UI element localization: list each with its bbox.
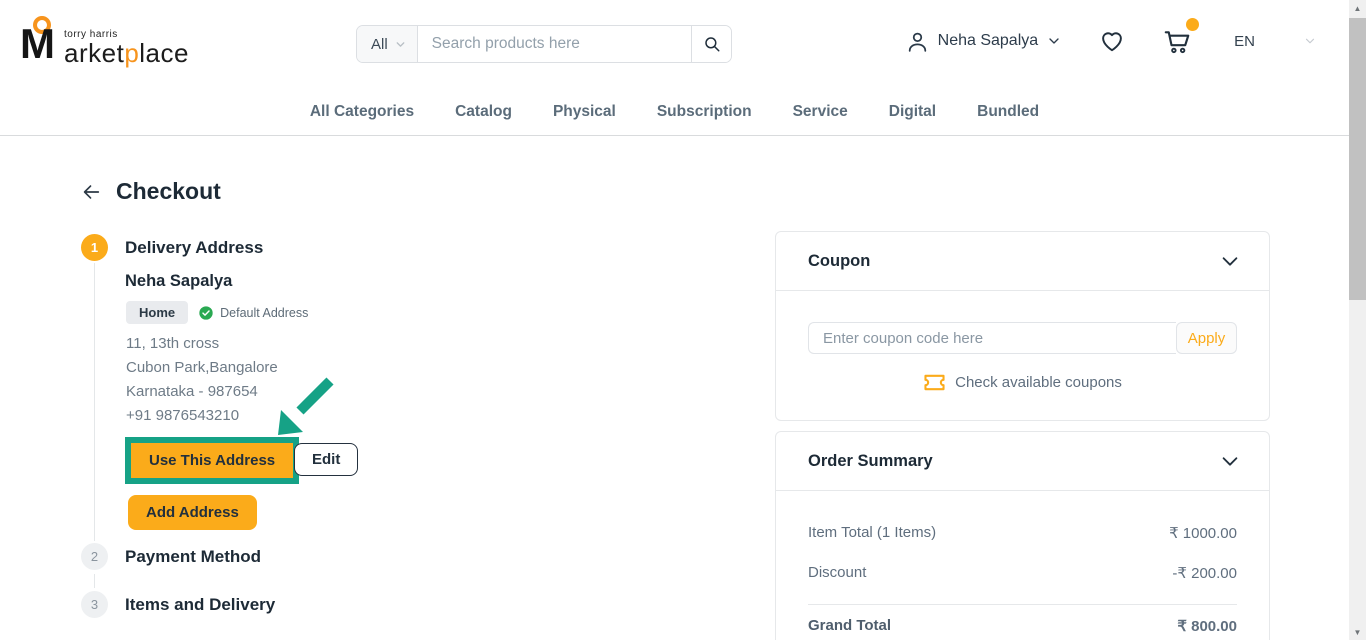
address-line: +91 9876543210	[126, 407, 240, 424]
category-nav: All Categories Catalog Physical Subscrip…	[0, 88, 1349, 136]
address-name: Neha Sapalya	[125, 272, 233, 290]
cart-count-badge	[1186, 18, 1200, 31]
step-3-indicator: 3	[81, 591, 108, 618]
back-arrow-icon	[83, 184, 100, 199]
address-block: 11, 13th cross Cubon Park,Bangalore Karn…	[126, 332, 278, 428]
scrollbar-down-arrow[interactable]: ▼	[1349, 624, 1366, 640]
check-available-coupons-label: Check available coupons	[955, 374, 1122, 391]
chevron-down-icon	[1305, 38, 1315, 44]
cart-button[interactable]	[1162, 18, 1200, 56]
page-title: Checkout	[116, 178, 221, 204]
order-summary-accordion-header[interactable]: Order Summary	[776, 432, 1269, 491]
chevron-down-icon	[1222, 257, 1238, 266]
step-1-indicator: 1	[81, 234, 108, 261]
cart-icon	[1164, 31, 1190, 54]
item-total-value: ₹ 1000.00	[1169, 525, 1237, 542]
check-circle-icon	[199, 305, 213, 320]
address-line: Cubon Park,Bangalore	[126, 359, 278, 376]
checkout-page: M torry harris arketplace All Neha Sapal…	[0, 0, 1366, 640]
top-header: M torry harris arketplace All Neha Sapal…	[0, 0, 1349, 88]
grand-total-label: Grand Total	[808, 617, 892, 634]
edit-address-button[interactable]: Edit	[294, 443, 359, 476]
step-3-label: Items and Delivery	[125, 595, 276, 614]
chevron-down-icon	[1222, 457, 1238, 466]
apply-coupon-button[interactable]: Apply	[1176, 322, 1237, 354]
summary-row-discount: Discount -₹ 200.00	[808, 564, 1237, 582]
summary-divider	[808, 604, 1237, 605]
user-icon	[908, 32, 926, 52]
user-name: Neha Sapalya	[937, 32, 1039, 49]
marketplace-logo[interactable]: M torry harris arketplace	[20, 16, 189, 68]
step-connector	[94, 263, 95, 541]
summary-row-item-total: Item Total (1 Items) ₹ 1000.00	[808, 524, 1237, 542]
scrollbar-up-arrow[interactable]: ▲	[1349, 0, 1366, 16]
step-2-indicator: 2	[81, 543, 108, 570]
default-address-badge: Default Address	[198, 305, 308, 321]
search-input[interactable]	[417, 26, 691, 62]
order-summary-title: Order Summary	[808, 451, 933, 470]
nav-subscription[interactable]: Subscription	[657, 103, 752, 121]
step-1-label: Delivery Address	[125, 238, 264, 257]
step-2-label: Payment Method	[125, 547, 262, 566]
nav-catalog[interactable]: Catalog	[455, 103, 512, 121]
use-this-address-button[interactable]: Use This Address	[131, 443, 294, 478]
logo-bag-icon: M	[20, 16, 64, 68]
nav-all-categories[interactable]: All Categories	[310, 103, 414, 121]
coupon-code-input[interactable]	[808, 322, 1176, 354]
coupon-title: Coupon	[808, 251, 871, 270]
summary-row-grand-total: Grand Total ₹ 800.00	[808, 617, 1237, 635]
search-category-dropdown[interactable]: All	[357, 26, 418, 62]
chevron-down-icon	[396, 41, 405, 47]
discount-value: -₹ 200.00	[1172, 565, 1237, 582]
language-selector[interactable]: EN	[1234, 33, 1255, 50]
header-actions: Neha Sapalya EN	[905, 18, 1317, 56]
order-summary-card: Order Summary Item Total (1 Items) ₹ 100…	[775, 431, 1270, 640]
step-connector	[94, 574, 95, 588]
chevron-down-icon	[1049, 38, 1059, 44]
back-button[interactable]	[80, 181, 102, 203]
discount-label: Discount	[808, 564, 867, 581]
nav-digital[interactable]: Digital	[889, 103, 936, 121]
use-this-address-highlight: Use This Address	[125, 437, 300, 484]
item-total-label: Item Total (1 Items)	[808, 524, 937, 541]
logo-wordmark: arketplace	[64, 38, 189, 68]
nav-physical[interactable]: Physical	[553, 103, 616, 121]
coupon-card: Coupon Apply Check available coupons	[775, 231, 1270, 421]
product-search-bar: All	[356, 25, 732, 63]
search-button[interactable]	[691, 26, 731, 62]
address-line: Karnataka - 987654	[126, 383, 258, 400]
wishlist-button[interactable]	[1098, 28, 1126, 54]
heart-icon	[1102, 32, 1123, 52]
add-address-button[interactable]: Add Address	[128, 495, 257, 530]
page-scrollbar[interactable]: ▲ ▼	[1349, 0, 1366, 640]
scrollbar-thumb[interactable]	[1349, 18, 1366, 300]
search-icon	[704, 37, 719, 52]
address-tag-home[interactable]: Home	[126, 301, 189, 324]
coupon-accordion-header[interactable]: Coupon	[776, 232, 1269, 291]
coupon-ticket-icon	[924, 374, 945, 391]
nav-service[interactable]: Service	[793, 103, 848, 121]
nav-bundled[interactable]: Bundled	[977, 103, 1039, 121]
language-dropdown[interactable]	[1303, 34, 1317, 48]
grand-total-value: ₹ 800.00	[1177, 618, 1237, 635]
check-available-coupons-link[interactable]: Check available coupons	[808, 373, 1237, 392]
search-category-label: All	[371, 35, 388, 53]
default-address-label: Default Address	[220, 305, 309, 320]
account-menu[interactable]: Neha Sapalya	[905, 29, 1063, 54]
address-line: 11, 13th cross	[126, 335, 220, 352]
